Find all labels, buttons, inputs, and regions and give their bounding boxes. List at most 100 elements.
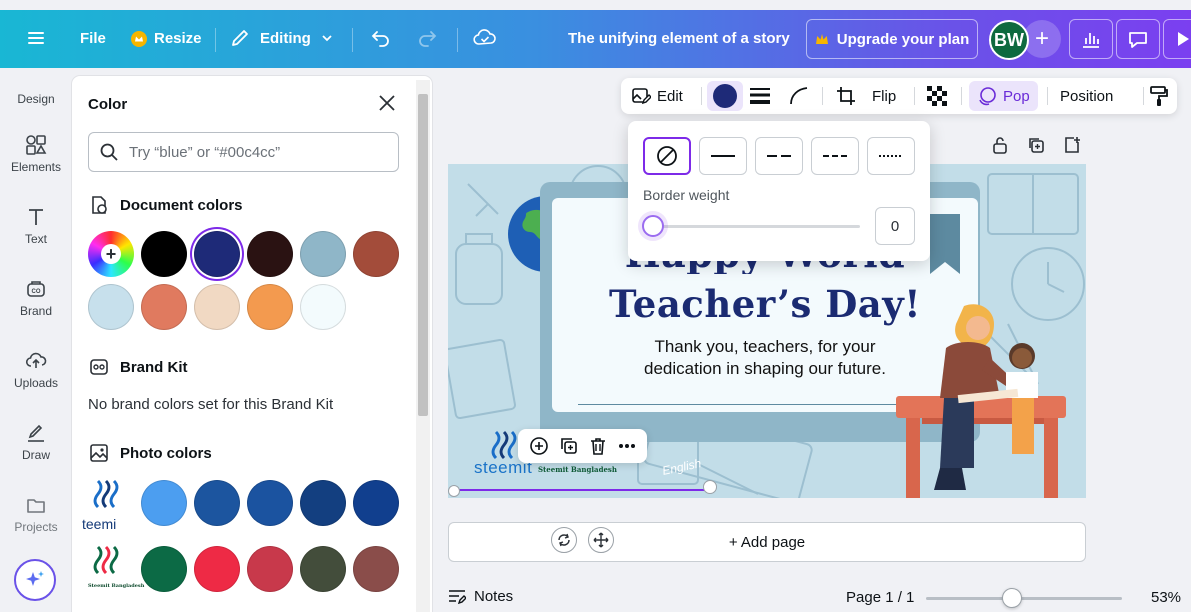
border-weight-label: Border weight: [643, 187, 730, 203]
menu-button[interactable]: [28, 30, 44, 46]
border-style-long-dash[interactable]: [755, 137, 803, 175]
editing-mode-dropdown[interactable]: Editing: [230, 28, 333, 48]
color-button[interactable]: [707, 81, 743, 111]
document-color-swatch[interactable]: [300, 284, 346, 330]
rail-item-brand[interactable]: CO Brand: [0, 278, 72, 318]
rail-item-uploads[interactable]: Uploads: [0, 350, 72, 390]
border-style-button[interactable]: [746, 78, 774, 114]
document-color-swatch[interactable]: [247, 284, 293, 330]
corner-rounding-button[interactable]: [785, 78, 813, 114]
photo-color-swatch[interactable]: [300, 480, 346, 526]
border-style-dotted[interactable]: [867, 137, 915, 175]
border-style-solid[interactable]: [699, 137, 747, 175]
svg-text:CO: CO: [32, 289, 41, 295]
color-search-input[interactable]: [129, 143, 379, 161]
edit-label: Edit: [657, 87, 683, 105]
photo-color-swatch[interactable]: [194, 480, 240, 526]
rail-label: Elements: [10, 160, 62, 174]
file-menu[interactable]: File: [80, 30, 106, 47]
photo-color-swatch[interactable]: [141, 546, 187, 592]
photo-color-swatch[interactable]: [353, 480, 399, 526]
photo-thumbnail[interactable]: teemi: [82, 479, 132, 532]
page-indicator[interactable]: Page 1 / 1: [846, 589, 914, 606]
crop-button[interactable]: [833, 78, 859, 114]
close-icon[interactable]: [378, 94, 396, 112]
save-status-button[interactable]: [473, 28, 497, 48]
hamburger-icon: [28, 32, 44, 44]
present-button[interactable]: [1163, 19, 1191, 59]
current-color-chip: [713, 84, 737, 108]
insights-button[interactable]: [1069, 19, 1113, 59]
duplicate-icon[interactable]: [559, 436, 579, 456]
avatar[interactable]: BW: [989, 20, 1029, 60]
document-color-swatch[interactable]: [141, 231, 187, 277]
selected-element-outline[interactable]: [453, 486, 710, 494]
search-icon: [100, 143, 118, 161]
panel-scrollbar-thumb[interactable]: [418, 94, 428, 416]
comments-button[interactable]: [1116, 19, 1160, 59]
lock-icon[interactable]: [991, 136, 1009, 154]
rotate-page-button[interactable]: [551, 527, 577, 553]
ai-comment-icon[interactable]: [528, 435, 550, 457]
position-label: Position: [1060, 87, 1114, 105]
comment-icon: [1129, 32, 1147, 48]
document-color-swatch[interactable]: [88, 284, 134, 330]
brand-kit-heading: Brand Kit: [88, 356, 188, 378]
position-button[interactable]: Position: [1060, 78, 1113, 114]
rail-item-elements[interactable]: Elements: [0, 134, 72, 174]
add-color-swatch[interactable]: +: [88, 231, 134, 277]
photo-color-swatch[interactable]: [300, 546, 346, 592]
resize-button[interactable]: Resize: [131, 30, 202, 47]
transparency-icon: [927, 86, 947, 106]
teacher-student-illustration[interactable]: [894, 298, 1084, 498]
duplicate-page-icon[interactable]: [1027, 136, 1045, 154]
document-color-swatch[interactable]: [247, 231, 293, 277]
photo-thumbnail[interactable]: Steemit Bangladesh: [88, 545, 144, 593]
document-title[interactable]: The unifying element of a story: [568, 30, 790, 47]
rail-item-text[interactable]: Text: [0, 206, 72, 246]
undo-button[interactable]: [370, 28, 392, 48]
photo-color-swatch[interactable]: [247, 480, 293, 526]
photo-color-swatch[interactable]: [247, 546, 293, 592]
redo-button[interactable]: [416, 28, 438, 48]
color-search[interactable]: [88, 132, 399, 172]
rail-item-projects[interactable]: Projects: [0, 494, 72, 534]
document-color-swatch[interactable]: [194, 284, 240, 330]
document-color-swatch[interactable]: [353, 231, 399, 277]
transparency-button[interactable]: [925, 78, 949, 114]
zoom-slider-handle[interactable]: [1002, 588, 1022, 608]
magic-assistant-button[interactable]: [14, 559, 56, 601]
notes-icon: [449, 589, 466, 604]
zoom-slider[interactable]: [926, 597, 1122, 600]
divider: [914, 87, 915, 105]
corner-rounding-icon: [790, 87, 808, 105]
rail-item-draw[interactable]: Draw: [0, 422, 72, 462]
upgrade-button[interactable]: Upgrade your plan: [806, 19, 978, 59]
document-color-swatch[interactable]: [300, 231, 346, 277]
add-page-button[interactable]: + Add page: [448, 522, 1086, 562]
zoom-percentage[interactable]: 53%: [1151, 589, 1181, 606]
more-options-icon[interactable]: [617, 436, 637, 456]
move-page-button[interactable]: [588, 527, 614, 553]
photo-color-swatch[interactable]: [194, 546, 240, 592]
selection-handle-left[interactable]: [448, 485, 460, 497]
border-weight-slider-handle[interactable]: [642, 215, 664, 237]
border-style-none[interactable]: [643, 137, 691, 175]
border-style-dash[interactable]: [811, 137, 859, 175]
play-icon: [1178, 32, 1189, 46]
border-weight-slider[interactable]: [652, 225, 860, 228]
pop-animation-button[interactable]: Pop: [969, 81, 1038, 111]
rail-item-design[interactable]: Design: [0, 78, 72, 106]
notes-button[interactable]: Notes: [448, 588, 513, 605]
edit-image-button[interactable]: Edit: [631, 78, 683, 114]
copy-style-button[interactable]: [1147, 78, 1171, 114]
document-color-swatch-selected[interactable]: [194, 231, 240, 277]
photo-color-swatch[interactable]: [141, 480, 187, 526]
trash-icon[interactable]: [588, 436, 608, 456]
photo-color-swatch[interactable]: [353, 546, 399, 592]
document-color-swatch[interactable]: [141, 284, 187, 330]
flip-button[interactable]: Flip: [872, 78, 896, 114]
border-weight-input[interactable]: 0: [875, 207, 915, 245]
add-page-icon[interactable]: [1063, 136, 1081, 154]
selection-handle-right[interactable]: [703, 480, 717, 494]
